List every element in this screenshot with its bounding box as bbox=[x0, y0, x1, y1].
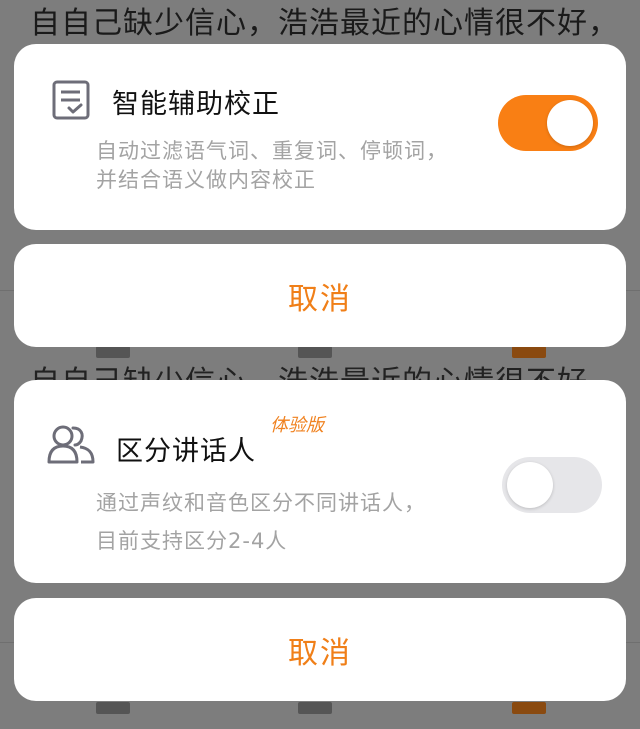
speaker-separation-toggle[interactable] bbox=[502, 457, 602, 513]
people-icon bbox=[47, 424, 95, 468]
background-text-top: 自自己缺少信心，浩浩最近的心情很不好， bbox=[30, 6, 619, 41]
cancel-label: 取消 bbox=[288, 281, 352, 317]
background-icon bbox=[298, 346, 332, 358]
smart-correction-title: 智能辅助校正 bbox=[112, 89, 280, 120]
smart-correction-toggle[interactable] bbox=[498, 95, 598, 151]
smart-correction-description: 自动过滤语气词、重复词、停顿词， 并结合语义做内容校正 bbox=[96, 139, 448, 192]
beta-badge: 体验版 bbox=[270, 415, 324, 436]
toggle-knob bbox=[507, 462, 553, 508]
background-icon bbox=[512, 702, 546, 714]
background-icon bbox=[96, 346, 130, 358]
cancel-button-top[interactable]: 取消 bbox=[14, 244, 626, 347]
toggle-knob bbox=[547, 100, 593, 146]
background-icon bbox=[298, 702, 332, 714]
cancel-button-bottom[interactable]: 取消 bbox=[14, 598, 626, 701]
speaker-separation-description: 通过声纹和音色区分不同讲话人， 目前支持区分2-4人 bbox=[96, 491, 426, 553]
smart-correction-card: 智能辅助校正 自动过滤语气词、重复词、停顿词， 并结合语义做内容校正 bbox=[14, 44, 626, 230]
background-icon bbox=[512, 346, 546, 358]
checklist-document-icon bbox=[52, 80, 90, 124]
cancel-label: 取消 bbox=[288, 635, 352, 671]
speaker-separation-title: 区分讲话人 bbox=[116, 436, 256, 467]
speaker-separation-card: 区分讲话人 体验版 通过声纹和音色区分不同讲话人， 目前支持区分2-4人 bbox=[14, 380, 626, 583]
background-icon bbox=[96, 702, 130, 714]
